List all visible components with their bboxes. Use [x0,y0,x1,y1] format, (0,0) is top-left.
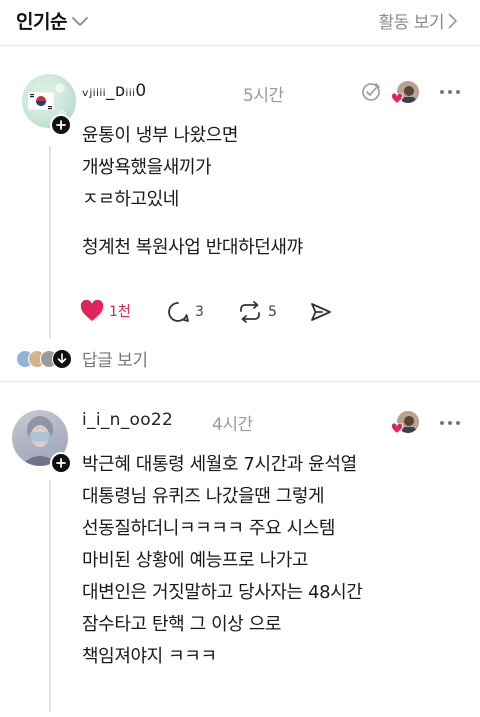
like-button[interactable]: 1천 [80,300,131,322]
top-bar: 인기순 활동 보기 [0,0,480,42]
username[interactable]: i_i_n_oo22 [82,410,173,430]
follow-plus-button[interactable] [50,114,72,136]
plus-icon [56,458,66,468]
username[interactable]: ᵥⱼᵢᵢᵢᵢ_ᴅᵢᵢᵢ0 [82,81,147,101]
comment-line: 윤통이 냉부 나왔으면 [82,125,239,146]
more-dots-icon[interactable] [440,90,460,94]
arrow-down-icon [57,353,67,364]
repost-button[interactable]: 5 [237,300,277,324]
comment-line: 마비된 상황에 예능프로 나가고 [82,550,309,571]
reply-button[interactable]: 3 [166,300,204,324]
arrow-down-badge [52,348,72,369]
heart-icon [391,93,403,104]
view-replies-button[interactable]: 답글 보기 [16,346,148,371]
chevron-right-icon [448,13,457,29]
comment-line: ㅈㄹ하고있네 [82,189,179,210]
chevron-down-icon [72,16,88,26]
comment-line: 대통령님 유퀴즈 나갔을땐 그렇게 [82,486,325,507]
sort-label: 인기순 [16,11,67,33]
sort-dropdown[interactable]: 인기순 [16,7,88,34]
thread-line [49,480,51,712]
time-ago: 5시간 [243,86,284,106]
plus-icon [56,120,66,130]
heart-icon [80,300,104,321]
send-icon [311,303,331,321]
thread-line [49,146,51,338]
activity-link[interactable]: 활동 보기 [379,8,458,33]
comment-line [82,216,303,232]
like-count: 1천 [109,304,131,320]
no-repost-icon[interactable] [360,81,382,103]
comment-line: 박근혜 대통령 세월호 7시간과 윤석열 [82,454,357,475]
follow-plus-button[interactable] [50,452,72,474]
share-button[interactable] [309,300,333,324]
reply-count: 3 [195,304,204,320]
divider [0,381,480,382]
comment-line: 청계천 복원사업 반대하던새꺄 [82,237,303,258]
more-dots-icon[interactable] [440,421,460,425]
activity-label: 활동 보기 [378,13,445,33]
time-ago: 4시간 [212,415,253,435]
heart-icon [391,423,403,434]
comment-line: 선동질하더니ㅋㅋㅋㅋ 주요 시스템 [82,518,336,539]
comment-bubble-icon [168,302,189,322]
divider [0,45,480,46]
repost-count: 5 [268,304,277,320]
comment-text: 윤통이 냉부 나왔으면 개쌍욕했을새끼가 ㅈㄹ하고있네 청계천 복원사업 반대하… [82,120,303,264]
comment-text: 박근혜 대통령 세월호 7시간과 윤석열 대통령님 유퀴즈 나갔을땐 그렇게 선… [82,449,363,673]
view-replies-label: 답글 보기 [82,351,148,371]
comment-line: 책임져야지 ㅋㅋㅋ [82,646,217,667]
repost-icon [240,301,260,323]
comment-line: 잠수타고 탄핵 그 이상 으로 [82,614,282,635]
comment-line: 개쌍욕했을새끼가 [82,157,212,178]
comment-line: 대변인은 거짓말하고 당사자는 48시간 [82,582,363,603]
